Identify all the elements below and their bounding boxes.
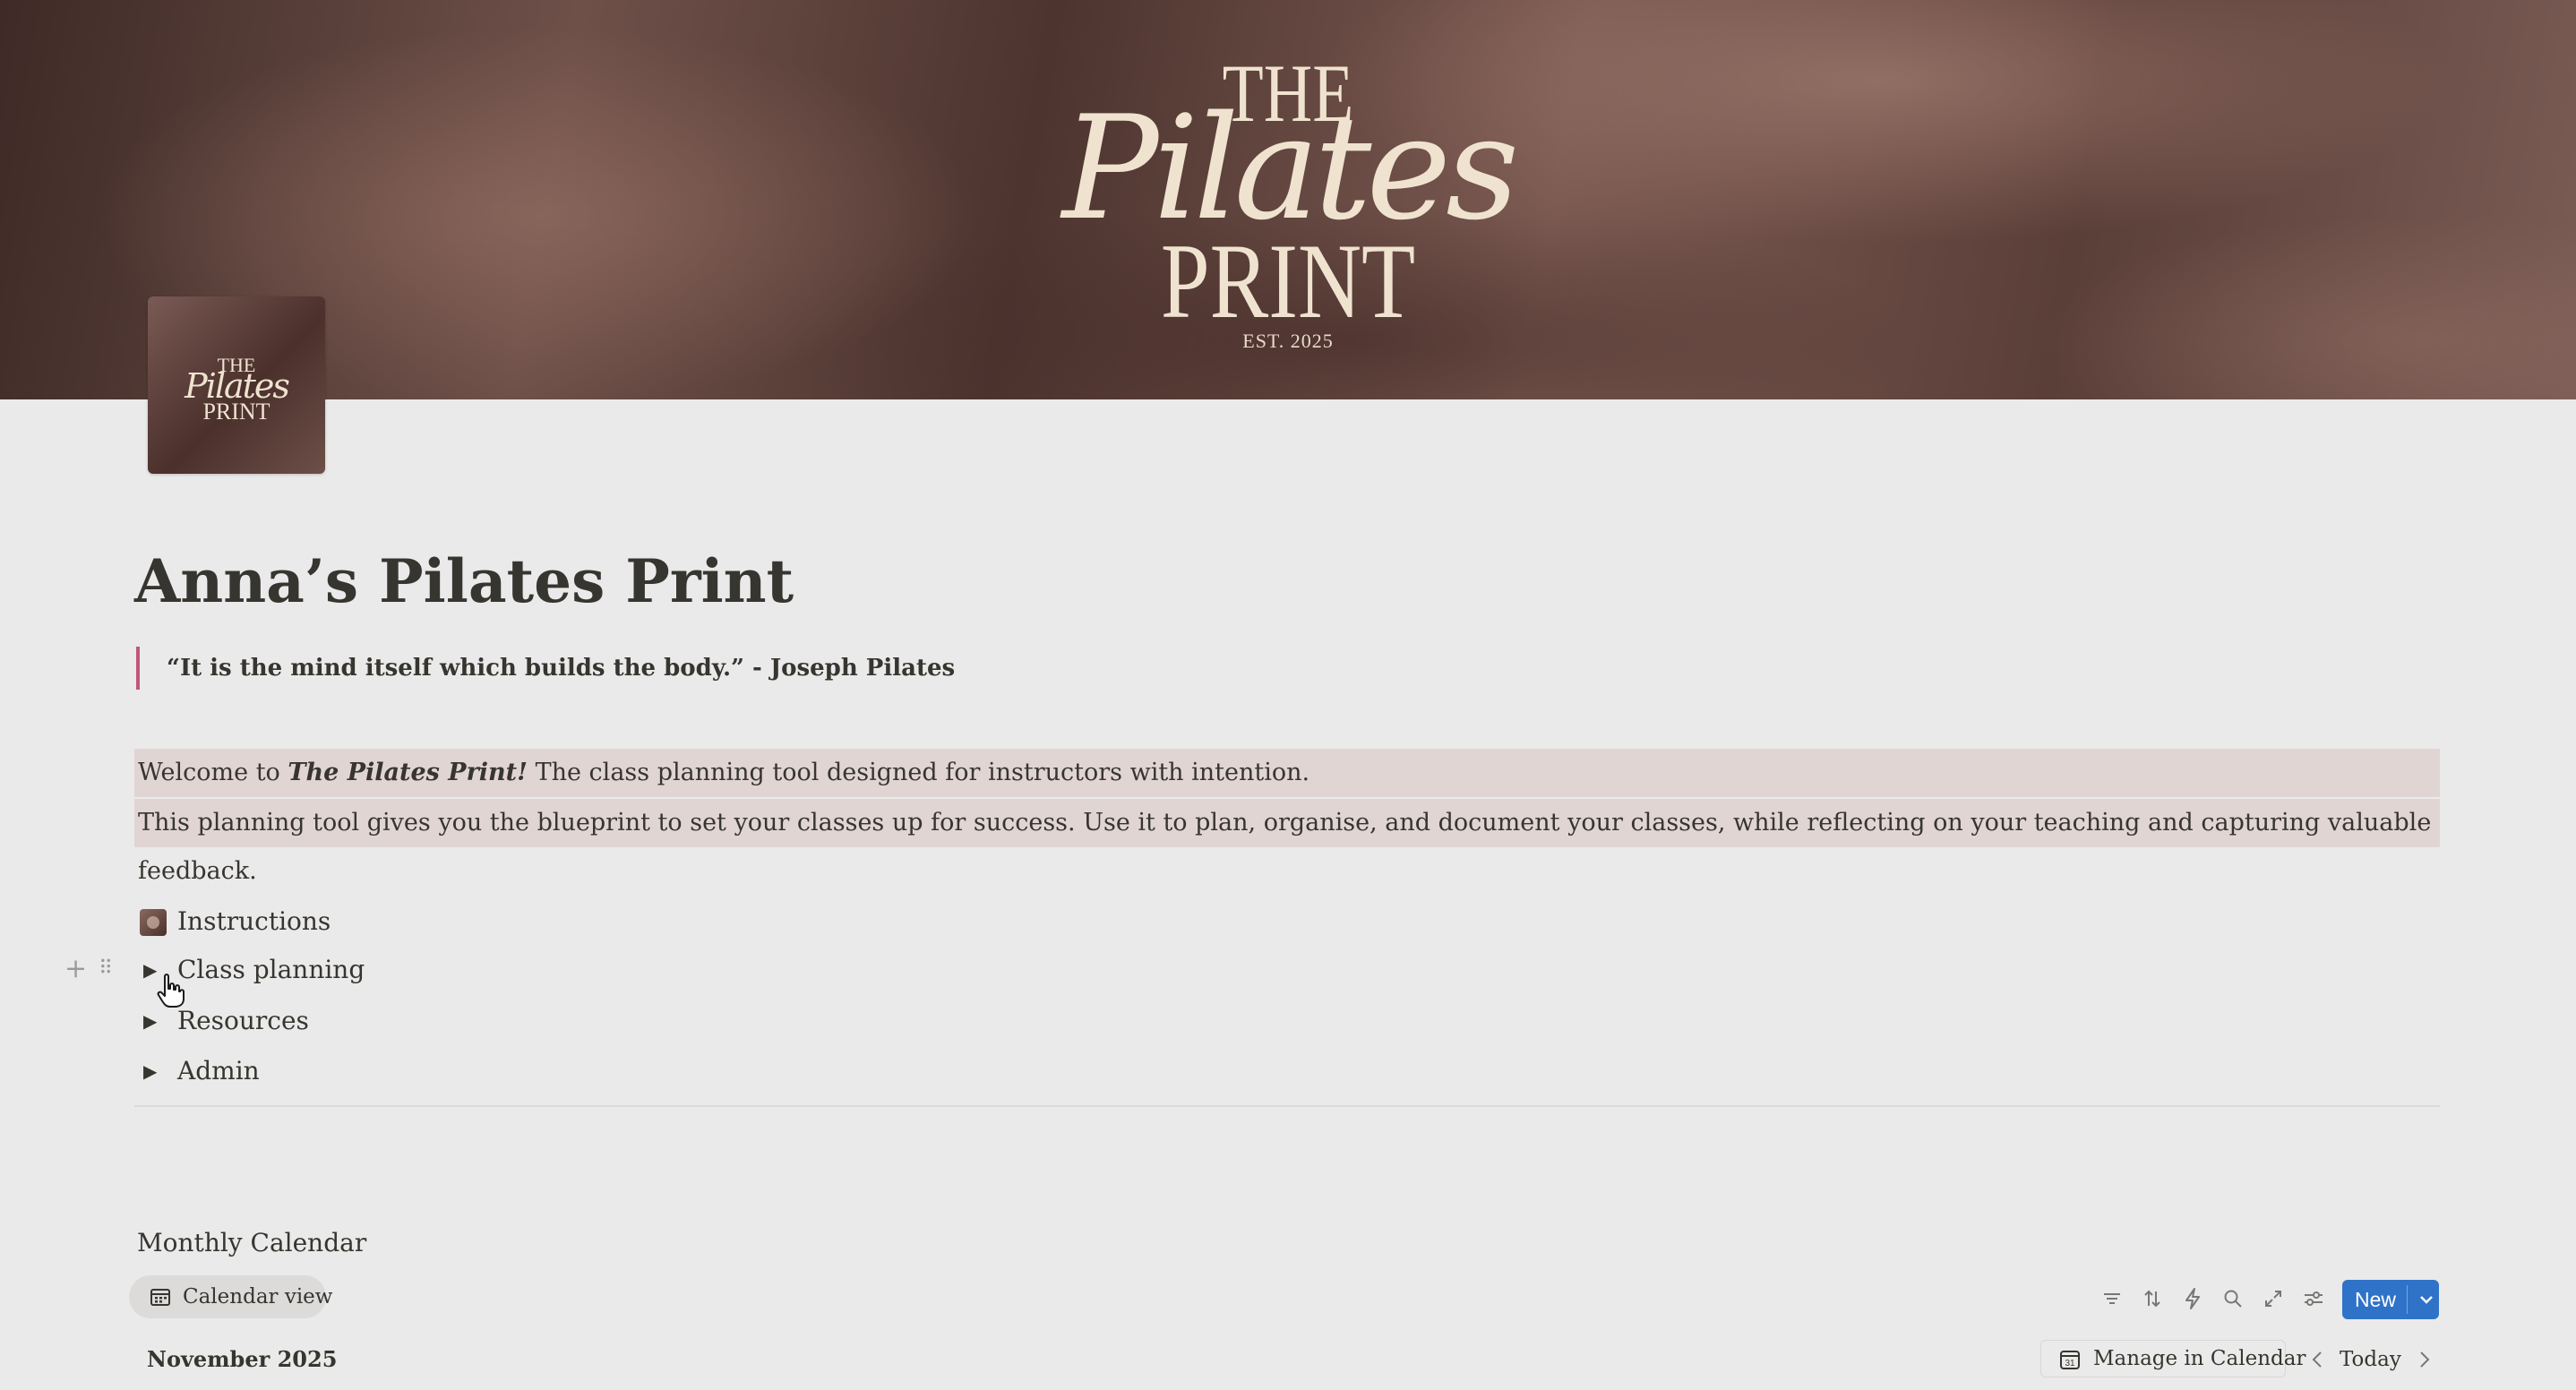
quote-block[interactable]: “It is the mind itself which builds the … (136, 647, 955, 690)
block-handles: + ⠿ (64, 946, 113, 992)
automation-icon[interactable] (2177, 1279, 2209, 1318)
cover-image[interactable]: THE Pilates PRINT EST. 2025 (0, 0, 2576, 399)
toggle-label: Resources (177, 1006, 309, 1035)
settings-icon[interactable] (2297, 1279, 2330, 1318)
drag-handle-icon[interactable]: ⠿ (99, 946, 113, 992)
new-button-separator (2407, 1285, 2408, 1314)
sort-icon[interactable] (2136, 1279, 2168, 1318)
toggle-label: Admin (177, 1056, 260, 1085)
toggle-arrow-icon[interactable]: ▶ (143, 1048, 157, 1094)
calendar-view-tab[interactable]: Calendar view (129, 1275, 332, 1318)
month-label: November 2025 (147, 1346, 338, 1372)
expand-icon[interactable] (2257, 1279, 2289, 1318)
calendar-view-label: Calendar view (183, 1285, 333, 1308)
chevron-down-icon[interactable] (2414, 1280, 2439, 1319)
logo-script: Pilates (1061, 84, 1519, 252)
filter-icon[interactable] (2096, 1279, 2128, 1318)
add-block-icon[interactable]: + (64, 953, 87, 984)
manage-label: Manage in Calendar (2093, 1347, 2306, 1370)
svg-text:31: 31 (2065, 1359, 2075, 1369)
manage-in-calendar-button[interactable]: 31 Manage in Calendar (2040, 1340, 2306, 1377)
toggle-label: Class planning (177, 955, 365, 984)
instructions-label: Instructions (177, 906, 331, 936)
new-label: New (2355, 1288, 2397, 1311)
logo-print: PRINT (1160, 221, 1416, 340)
divider (134, 1105, 2440, 1107)
page-icon-print: PRINT (202, 399, 270, 425)
cover-logo: THE Pilates PRINT EST. 2025 (0, 0, 2576, 399)
calendar-icon (150, 1289, 170, 1306)
page-title[interactable]: Anna’s Pilates Print (134, 542, 794, 621)
database-title[interactable]: Monthly Calendar (137, 1223, 366, 1263)
new-button[interactable]: New (2342, 1280, 2439, 1319)
instructions-page-icon (140, 909, 167, 936)
page-icon[interactable]: THE Pilates PRINT (148, 296, 325, 474)
description-callout[interactable]: This planning tool gives you the bluepri… (134, 799, 2440, 885)
welcome-emphasis: The Pilates Print! (288, 759, 528, 786)
logo-est: EST. 2025 (1242, 330, 1334, 352)
chevron-right-icon[interactable] (2411, 1343, 2438, 1376)
chevron-left-icon[interactable] (2304, 1343, 2331, 1376)
calendar-app-icon: 31 (2060, 1351, 2080, 1369)
welcome-text-rest: The class planning tool designed for ins… (528, 759, 1310, 786)
welcome-callout[interactable]: Welcome to The Pilates Print! The class … (134, 749, 2440, 797)
hand-cursor-icon (157, 974, 185, 1008)
welcome-text: Welcome to (138, 759, 288, 786)
search-icon[interactable] (2217, 1279, 2249, 1318)
today-button[interactable]: Today (2340, 1340, 2401, 1379)
